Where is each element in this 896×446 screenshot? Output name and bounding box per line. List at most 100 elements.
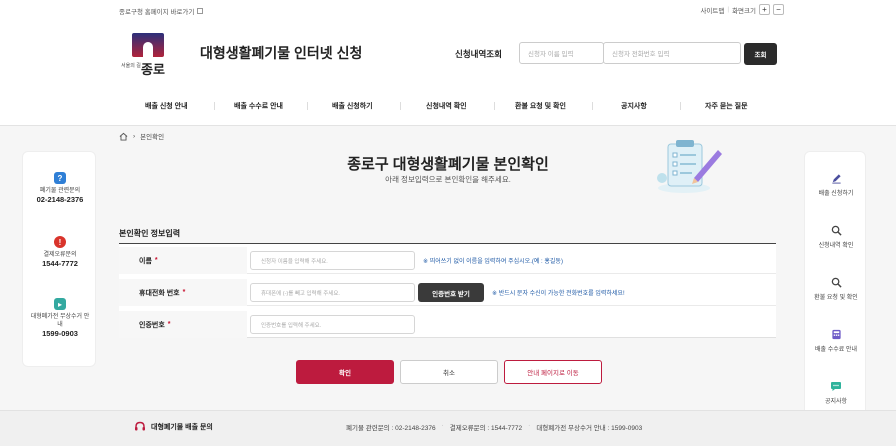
- form-row-phone: 휴대전화 번호 * 휴대폰에 (-)를 빼고 입력해 주세요. 인증번호 받기 …: [119, 279, 776, 306]
- footer-info: 폐기물 관련문의 : 02-2148-2376 · 결제오류문의 : 1544-…: [346, 422, 642, 432]
- quick-label: 신청내역 확인: [818, 243, 854, 249]
- footer-title: 대형폐기물 배출 문의: [151, 423, 213, 431]
- footer: 대형폐기물 배출 문의 폐기물 관련문의 : 02-2148-2376 · 결제…: [0, 410, 896, 446]
- site-title[interactable]: 대형생활폐기물 인터넷 신청: [200, 43, 362, 63]
- contact-label: 결제오류문의: [43, 252, 77, 258]
- quick-label: 환불 요청 및 확인: [814, 295, 858, 301]
- search-name-input[interactable]: 신청자 이름 입력: [519, 42, 604, 64]
- contact-label: 대형폐가전 무상수거 안내: [30, 314, 90, 328]
- headset-icon: [135, 421, 145, 431]
- footer-separator: ·: [441, 422, 444, 429]
- search-label: 신청내역조회: [455, 49, 502, 59]
- quick-label: 공지사항: [824, 399, 848, 405]
- nav-separator: [592, 102, 593, 110]
- utility-bar: 종로구청 홈페이지 바로가기 사이트맵 | 화면크기 + −: [0, 0, 896, 22]
- nav-item-history[interactable]: 신청내역 확인: [426, 101, 467, 111]
- contact-appliance: ▸ 대형폐가전 무상수거 안내 1599-0903: [23, 298, 97, 339]
- cancel-button[interactable]: 취소: [400, 360, 498, 384]
- nav-separator: [680, 102, 681, 110]
- guide-page-button[interactable]: 안내 페이지로 이동: [504, 360, 602, 384]
- footer-separator: ·: [528, 422, 531, 429]
- main-nav: 배출 신청 안내 배출 수수료 안내 배출 신청하기 신청내역 확인 환불 요청…: [0, 92, 896, 120]
- utility-divider: |: [727, 6, 730, 13]
- phone-label: 휴대전화 번호 *: [119, 279, 247, 306]
- page-subtitle: 아래 정보입력으로 본인확인을 해주세요.: [385, 175, 511, 184]
- chat-icon: [830, 380, 842, 392]
- checklist-illustration: [657, 140, 722, 193]
- footer-info-waste: 폐기물 관련문의 : 02-2148-2376: [346, 425, 436, 432]
- name-label-text: 이름: [139, 257, 152, 265]
- pencil-icon: [830, 172, 842, 184]
- breadcrumb-current: 본인확인: [140, 134, 165, 141]
- gov-home-link[interactable]: 종로구청 홈페이지 바로가기: [119, 6, 204, 16]
- footer-info-appliance: 대형폐가전 무상수거 안내 : 1599-0903: [536, 425, 643, 432]
- verification-form: 이름 * 신청자 이름을 입력해 주세요. ※ 띄어쓰기 없이 이름을 입력하여…: [119, 243, 776, 338]
- search-phone-input[interactable]: 신청자 전화번호 입력: [603, 42, 741, 64]
- name-hint: ※ 띄어쓰기 없이 이름을 입력하여 주십시오.(예 : 홍길동): [423, 259, 563, 265]
- name-label: 이름 *: [119, 247, 247, 274]
- quick-notice[interactable]: 공지사항: [805, 380, 867, 405]
- home-icon[interactable]: [119, 132, 128, 141]
- quick-label: 배출 수수료 안내: [815, 347, 857, 353]
- nav-separator: [494, 102, 495, 110]
- nav-separator: [214, 102, 215, 110]
- search-button[interactable]: 조회: [744, 43, 777, 65]
- nav-item-apply-guide[interactable]: 배출 신청 안내: [145, 101, 188, 111]
- nav-item-notice[interactable]: 공지사항: [621, 101, 647, 111]
- send-code-button[interactable]: 인증번호 받기: [418, 283, 484, 302]
- sitemap-link[interactable]: 사이트맵: [700, 5, 724, 15]
- confirm-button[interactable]: 확인: [296, 360, 394, 384]
- form-row-code: 인증번호 * 인증번호를 입력해 주세요.: [119, 311, 776, 338]
- quick-fee[interactable]: 배출 수수료 안내: [805, 328, 867, 353]
- contact-waste: ? 폐기물 관련문의 02-2148-2376: [23, 172, 97, 205]
- header: 서울의 길 종로 대형생활폐기물 인터넷 신청 신청내역조회 신청자 이름 입력…: [0, 22, 896, 84]
- alert-icon: !: [54, 236, 66, 248]
- nav-item-refund[interactable]: 환불 요청 및 확인: [515, 101, 566, 111]
- phone-hint: ※ 반드시 문자 수신이 가능한 전화번호를 입력하세요!: [492, 291, 625, 297]
- contact-payment: ! 결제오류문의 1544-7772: [23, 236, 97, 269]
- required-mark: *: [182, 289, 186, 296]
- code-input[interactable]: 인증번호를 입력해 주세요.: [250, 315, 415, 334]
- zoom-label: 화면크기: [732, 7, 756, 15]
- phone-input[interactable]: 휴대폰에 (-)를 빼고 입력해 주세요.: [250, 283, 415, 302]
- external-link-icon: [197, 8, 204, 14]
- nav-item-fee-guide[interactable]: 배출 수수료 안내: [234, 101, 283, 111]
- right-quick-menu: 배출 신청하기 신청내역 확인 환불 요청 및 확인 배출 수수료 안내 공지사…: [804, 151, 866, 425]
- contact-number: 02-2148-2376: [36, 195, 84, 204]
- form-row-name: 이름 * 신청자 이름을 입력해 주세요. ※ 띄어쓰기 없이 이름을 입력하여…: [119, 247, 776, 274]
- code-label: 인증번호 *: [119, 311, 247, 338]
- zoom-in-button[interactable]: +: [759, 4, 770, 15]
- contact-label: 폐기물 관련문의: [39, 188, 81, 194]
- jongno-logo[interactable]: 서울의 길 종로: [119, 31, 177, 77]
- search-icon: [830, 224, 842, 236]
- quick-history[interactable]: 신청내역 확인: [805, 224, 867, 249]
- left-contact-panel: ? 폐기물 관련문의 02-2148-2376 ! 결제오류문의 1544-77…: [22, 151, 96, 367]
- nav-item-faq[interactable]: 자주 묻는 질문: [705, 101, 748, 111]
- nav-item-apply[interactable]: 배출 신청하기: [332, 101, 373, 111]
- zoom-out-button[interactable]: −: [773, 4, 784, 15]
- footer-info-payment: 결제오류문의 : 1544-7772: [449, 425, 523, 432]
- required-mark: *: [154, 257, 158, 264]
- nav-separator: [307, 102, 308, 110]
- logo-arch-icon: [132, 33, 164, 57]
- refund-search-icon: [830, 276, 842, 288]
- quick-apply[interactable]: 배출 신청하기: [805, 172, 867, 197]
- code-label-text: 인증번호: [139, 321, 165, 329]
- phone-label-text: 휴대전화 번호: [139, 289, 180, 297]
- breadcrumb: › 본인확인: [119, 131, 164, 141]
- question-icon: ?: [54, 172, 66, 184]
- breadcrumb-chevron-icon: ›: [133, 132, 136, 140]
- nav-separator: [400, 102, 401, 110]
- required-mark: *: [167, 321, 171, 328]
- calculator-icon: [830, 328, 842, 340]
- quick-refund[interactable]: 환불 요청 및 확인: [805, 276, 867, 301]
- quick-label: 배출 신청하기: [818, 191, 854, 197]
- name-input[interactable]: 신청자 이름을 입력해 주세요.: [250, 251, 415, 270]
- form-title: 본인확인 정보입력: [119, 229, 181, 238]
- utility-right: 사이트맵 | 화면크기 + −: [700, 4, 784, 15]
- page-title: 종로구 대형생활폐기물 본인확인: [347, 156, 549, 173]
- logo-sub-text: 서울의 길: [121, 63, 141, 69]
- home-link-label: 종로구청 홈페이지 바로가기: [119, 9, 195, 16]
- contact-number: 1544-7772: [42, 259, 78, 268]
- footer-contact-title: 대형폐기물 배출 문의: [134, 421, 213, 432]
